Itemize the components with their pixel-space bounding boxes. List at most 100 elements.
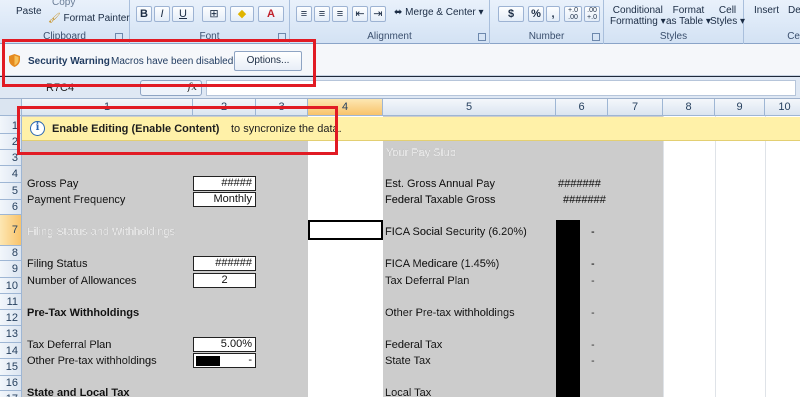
number-dialog-launcher[interactable] xyxy=(592,33,600,41)
decrease-indent-icon: ⇤ xyxy=(355,8,365,20)
allowances-label: Number of Allowances xyxy=(27,275,137,287)
format-as-table-button[interactable]: Format as Table ▾ xyxy=(666,5,711,27)
row-header[interactable]: 8 xyxy=(0,246,22,261)
increase-indent-button[interactable]: ⇥ xyxy=(370,6,386,22)
gridline xyxy=(765,116,766,397)
decrease-indent-button[interactable]: ⇤ xyxy=(352,6,368,22)
row-header[interactable]: 16 xyxy=(0,376,22,391)
row-header[interactable]: 17 xyxy=(0,391,22,397)
fill-color-button[interactable]: ◆ xyxy=(230,6,254,22)
fica-medicare-label: FICA Medicare (1.45%) xyxy=(385,258,500,270)
conditional-formatting-button[interactable]: Conditional Formatting ▾ xyxy=(610,5,666,27)
state-local-heading: State and Local Tax xyxy=(27,387,130,397)
font-group: B I U ⊞ ◆ A Font xyxy=(130,0,290,44)
row-header[interactable]: 6 xyxy=(0,200,22,215)
fed-taxable-label: Federal Taxable Gross xyxy=(385,194,496,206)
format-painter-button[interactable]: 🖌 Format Painter xyxy=(48,13,130,24)
delete-button[interactable]: De xyxy=(788,5,800,16)
column-header[interactable]: 5 xyxy=(383,99,556,116)
active-cell[interactable] xyxy=(308,220,383,240)
align-left-button[interactable]: ≡ xyxy=(296,6,312,22)
cells-group: Insert De Ce xyxy=(744,0,800,44)
styles-group: Conditional Formatting ▾ Format as Table… xyxy=(604,0,745,44)
redacted-values-block xyxy=(556,220,580,397)
other-pretax-label: Other Pre-tax withholdings xyxy=(27,355,157,367)
row-header[interactable]: 4 xyxy=(0,166,22,183)
borders-button[interactable]: ⊞ xyxy=(202,6,226,22)
redacted-block xyxy=(196,356,220,366)
column-header[interactable]: 6 xyxy=(556,99,608,116)
format-painter-icon: 🖌 xyxy=(48,13,61,24)
row-header[interactable]: 9 xyxy=(0,261,22,278)
row-header[interactable]: 10 xyxy=(0,278,22,294)
local-tax-label: Local Tax xyxy=(385,387,432,397)
column-header[interactable]: 8 xyxy=(663,99,715,116)
fed-taxable-value: ####### xyxy=(563,194,606,206)
align-center-button[interactable]: ≡ xyxy=(314,6,330,22)
decrease-decimal-button[interactable]: .00 +.0 xyxy=(584,6,600,22)
tax-deferral-plan-label: Tax Deferral Plan xyxy=(385,275,470,287)
align-right-button[interactable]: ≡ xyxy=(332,6,348,22)
est-gross-label: Est. Gross Annual Pay xyxy=(385,178,496,190)
tax-deferral-input[interactable]: 5.00% xyxy=(193,337,256,352)
filing-status-select[interactable]: ###### xyxy=(193,256,256,271)
merge-center-button[interactable]: ⬌ Merge & Center ▾ xyxy=(394,7,484,18)
number-group: $ % , +.0 .00 .00 +.0 Number xyxy=(490,0,604,44)
italic-button[interactable]: I xyxy=(154,6,170,22)
row-header[interactable]: 15 xyxy=(0,359,22,376)
other-pretax-input[interactable]: - xyxy=(193,353,256,368)
format-label: Format xyxy=(672,5,705,16)
merge-center-icon: ⬌ xyxy=(394,7,403,18)
merge-center-label: Merge & Center xyxy=(405,7,476,18)
font-color-button[interactable]: A xyxy=(258,6,284,22)
row-header[interactable]: 5 xyxy=(0,183,22,200)
increase-indent-icon: ⇥ xyxy=(373,8,383,20)
tax-deferral-plan-value: - xyxy=(591,275,595,287)
federal-tax-value: - xyxy=(591,339,595,351)
cell-styles-button[interactable]: Cell Styles ▾ xyxy=(710,5,745,27)
chevron-down-icon: ▾ xyxy=(660,16,666,27)
row-header[interactable]: 12 xyxy=(0,310,22,326)
fica-ss-value: - xyxy=(591,226,595,238)
pretax-heading: Pre-Tax Withholdings xyxy=(27,307,140,319)
gridline xyxy=(663,116,664,397)
payment-frequency-select[interactable]: Monthly xyxy=(193,192,256,207)
column-header[interactable]: 9 xyxy=(715,99,765,116)
est-gross-value: ####### xyxy=(558,178,601,190)
row-header[interactable]: 13 xyxy=(0,326,22,343)
cell-styles-label: Styles xyxy=(710,16,738,27)
cells-group-label: Ce xyxy=(787,31,800,42)
comma-button[interactable]: , xyxy=(546,6,560,22)
allowances-input[interactable]: 2 xyxy=(193,273,256,288)
gridline xyxy=(715,116,716,397)
row-header[interactable]: 11 xyxy=(0,294,22,310)
cell-label: Cell xyxy=(718,5,737,16)
gross-pay-input[interactable]: ##### xyxy=(193,176,256,191)
bold-button[interactable]: B xyxy=(136,6,152,22)
row-header-selected[interactable]: 7 xyxy=(0,215,22,246)
alignment-dialog-launcher[interactable] xyxy=(478,33,486,41)
row-header[interactable]: 14 xyxy=(0,343,22,359)
highlight-box-security xyxy=(2,39,316,87)
state-tax-label: State Tax xyxy=(385,355,431,367)
filing-status-label: Filing Status xyxy=(27,258,88,270)
increase-decimal-button[interactable]: +.0 .00 xyxy=(564,6,582,22)
align-right-icon: ≡ xyxy=(336,8,344,20)
currency-button[interactable]: $ xyxy=(498,6,524,22)
alignment-group-label: Alignment xyxy=(367,31,412,42)
insert-button[interactable]: Insert xyxy=(754,5,779,16)
percent-button[interactable]: % xyxy=(528,6,544,22)
other-pretax-value: - xyxy=(248,354,252,366)
column-header[interactable]: 10 xyxy=(765,99,800,116)
federal-tax-label: Federal Tax xyxy=(385,339,443,351)
copy-button[interactable]: Copy xyxy=(52,0,75,8)
pay-stub-heading: Your Pay Stub xyxy=(386,147,456,159)
tax-deferral-label: Tax Deferral Plan xyxy=(27,339,112,351)
highlight-box-enable-editing xyxy=(17,106,338,155)
paste-button[interactable]: Paste xyxy=(16,6,42,17)
underline-button[interactable]: U xyxy=(172,6,194,22)
fica-ss-label: FICA Social Security (6.20%) xyxy=(385,226,527,238)
alignment-group: ≡ ≡ ≡ ⇤ ⇥ ⬌ Merge & Center ▾ Alignment xyxy=(290,0,490,44)
column-header[interactable]: 7 xyxy=(608,99,663,116)
fill-color-icon: ◆ xyxy=(237,8,247,20)
